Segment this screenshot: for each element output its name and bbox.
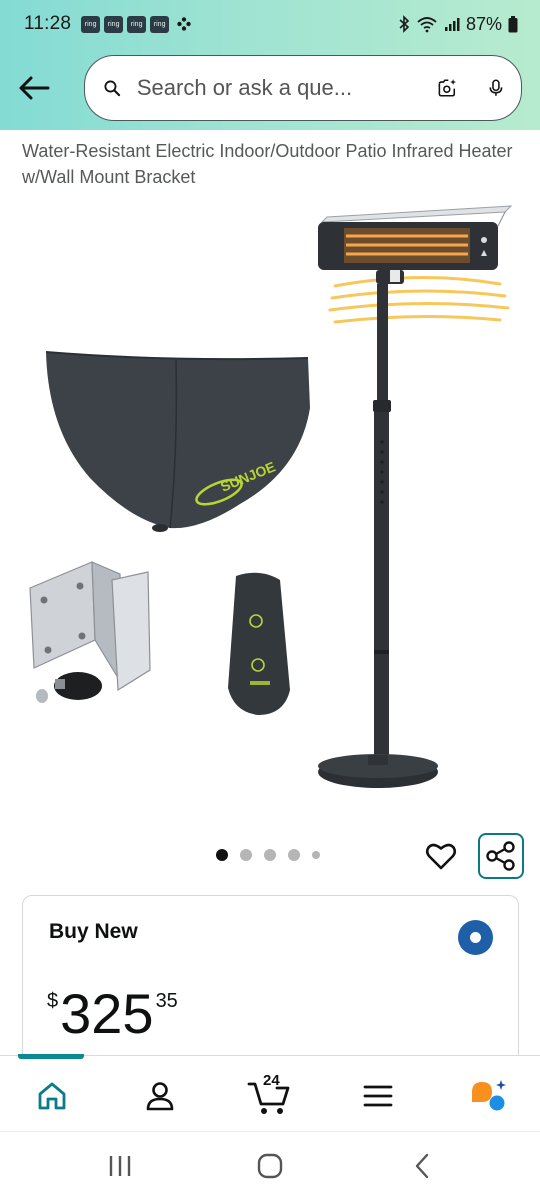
chevron-left-icon (415, 1153, 429, 1179)
carousel-dot[interactable] (240, 849, 252, 861)
ring-notification-icon: ring (104, 15, 124, 33)
status-bar: 11:28 ring ring ring ring 87% (0, 0, 540, 48)
battery-icon (508, 15, 518, 32)
status-time: 11:28 (24, 13, 72, 34)
search-box[interactable] (84, 55, 522, 121)
carousel-dot[interactable] (288, 849, 300, 861)
price-whole: 325 (60, 982, 154, 1045)
home-circle-icon (257, 1153, 283, 1179)
cart-count: 24 (263, 1072, 280, 1089)
carousel-dot[interactable] (264, 849, 276, 861)
system-navigation-bar (0, 1131, 540, 1200)
status-icons: 87% (398, 14, 518, 35)
home-icon (38, 1082, 66, 1110)
battery-percent: 87% (465, 13, 502, 34)
nav-menu[interactable] (356, 1074, 400, 1118)
wifi-icon (417, 17, 437, 33)
account-icon (146, 1082, 174, 1111)
rufus-icon (472, 1080, 506, 1111)
nav-rufus[interactable] (466, 1074, 510, 1118)
price: $ 325 35 (47, 984, 178, 1044)
radio-selected-indicator (470, 932, 481, 943)
buy-new-radio[interactable] (458, 920, 493, 955)
search-bar-row (0, 54, 540, 122)
ring-notification-icon: ring (81, 15, 101, 33)
app-screen: 11:28 ring ring ring ring 87% Water-Resi… (0, 0, 540, 1200)
image-carousel-dots (216, 849, 320, 861)
share-icon (486, 841, 515, 871)
price-fraction: 35 (155, 990, 178, 1012)
nav-home[interactable] (30, 1074, 74, 1118)
product-image[interactable]: SUNJOE (0, 195, 540, 815)
signal-icon (444, 18, 460, 31)
bluetooth-icon (399, 15, 410, 33)
back-button[interactable] (14, 68, 54, 108)
microphone-icon[interactable] (487, 73, 505, 103)
system-back-button[interactable] (402, 1150, 442, 1182)
ring-notification-icon: ring (150, 15, 170, 33)
heart-icon (425, 843, 457, 870)
nav-account[interactable] (138, 1074, 182, 1118)
menu-icon (363, 1085, 393, 1107)
add-to-list-button[interactable] (421, 836, 461, 876)
arrow-left-icon (19, 76, 50, 100)
carousel-dot[interactable] (216, 849, 228, 861)
active-tab-indicator (18, 1054, 84, 1059)
price-currency: $ (47, 990, 59, 1012)
home-button[interactable] (250, 1150, 290, 1182)
carousel-dot[interactable] (312, 851, 320, 859)
bottom-navigation: 24 (0, 1054, 540, 1131)
search-input[interactable] (136, 75, 425, 101)
ring-notification-icon: ring (127, 15, 147, 33)
recent-apps-button[interactable] (100, 1150, 140, 1182)
pinwheel-icon (177, 17, 191, 31)
camera-search-icon[interactable] (437, 71, 457, 105)
search-icon (104, 80, 121, 97)
nav-cart[interactable]: 24 (246, 1072, 292, 1118)
product-title[interactable]: Water-Resistant Electric Indoor/Outdoor … (22, 138, 522, 190)
buy-new-label: Buy New (49, 920, 138, 943)
share-button[interactable] (478, 833, 524, 879)
recent-apps-icon (109, 1156, 131, 1176)
